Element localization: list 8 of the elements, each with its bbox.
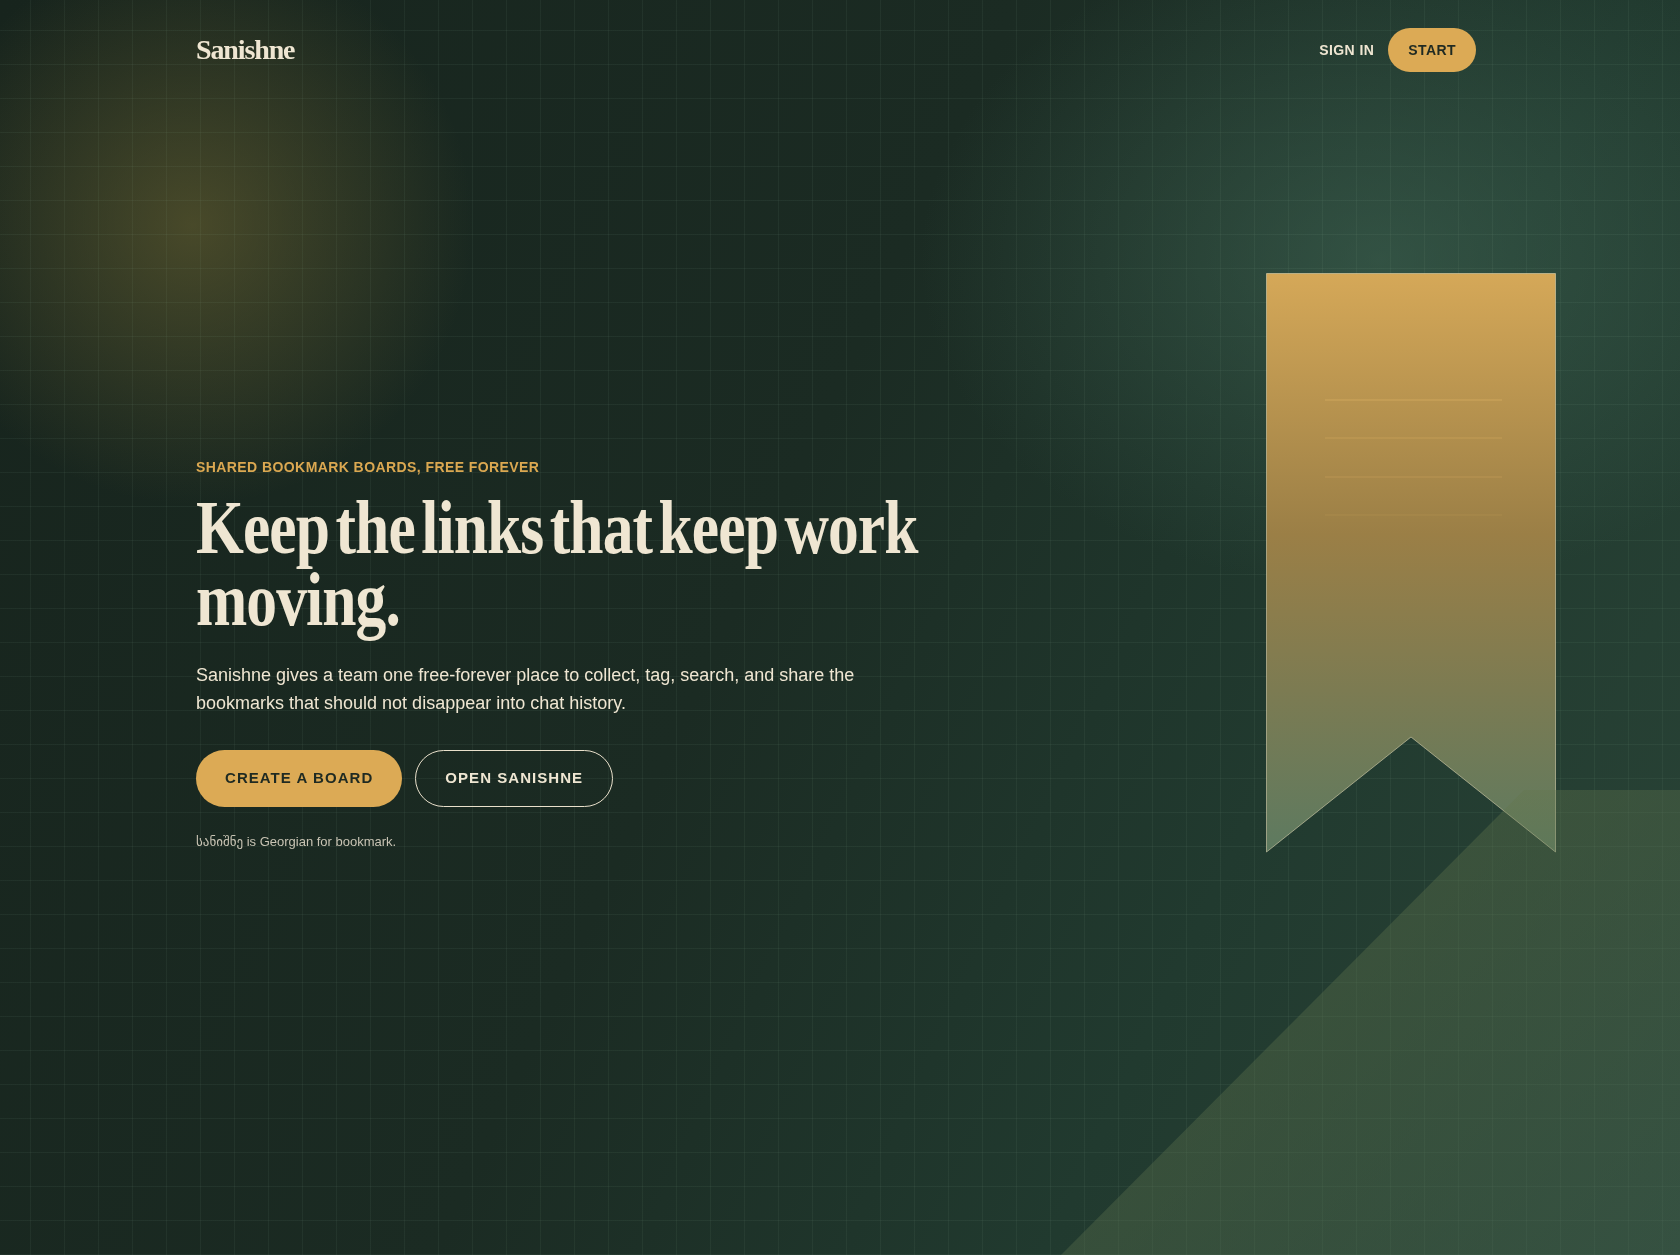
start-button[interactable]: START [1388, 28, 1476, 72]
headline: Keep the links that keep work moving. [196, 491, 920, 643]
footnote-text: სანიშნე is Georgian for bookmark. [196, 833, 397, 851]
logo[interactable]: Sanishne [196, 33, 295, 67]
create-board-button[interactable]: CREATE A BOARD [196, 750, 403, 807]
sign-in-link[interactable]: SIGN IN [1319, 39, 1375, 61]
description-text: Sanishne gives a team one free-forever place to collect, tag, search, and share the bookmarks that should not disappear into chat history. [196, 664, 856, 715]
eyebrow-text: SHARED BOOKMARK BOARDS, FREE FOREVER [196, 458, 540, 477]
